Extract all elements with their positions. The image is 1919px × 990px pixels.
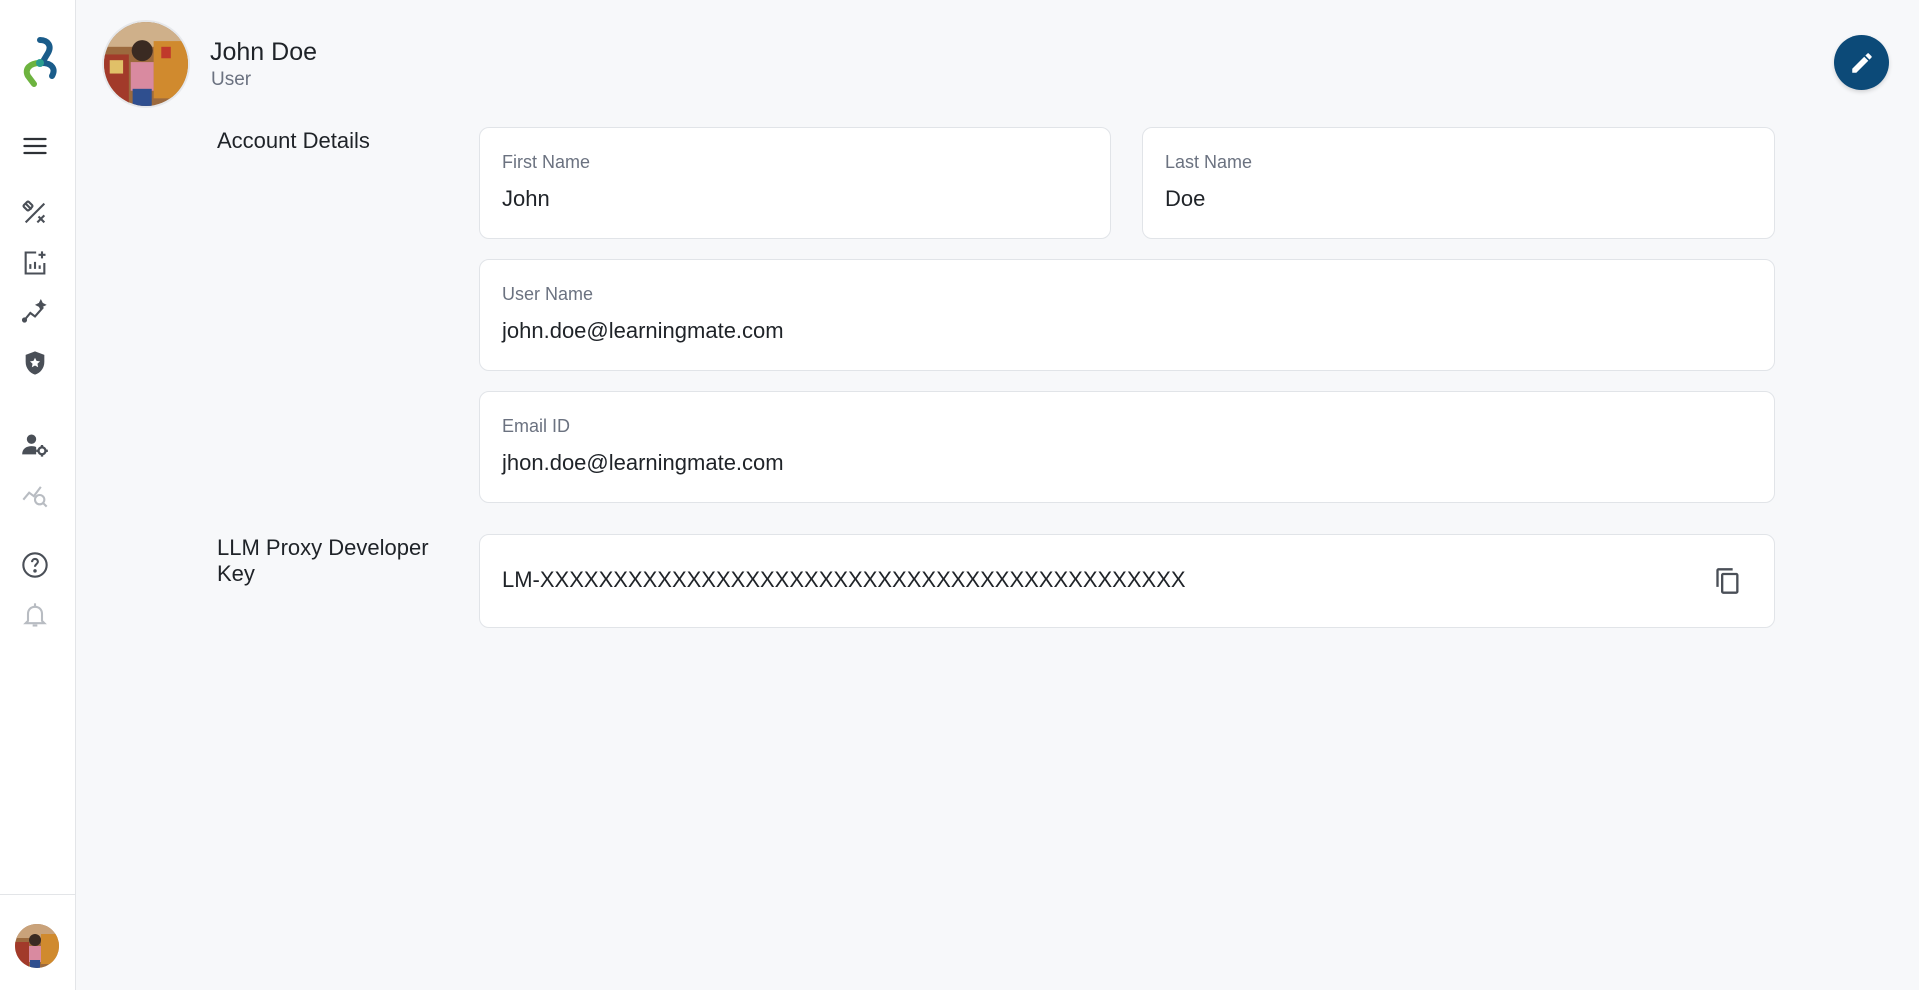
- add-report-icon[interactable]: [20, 248, 50, 278]
- email-value[interactable]: jhon.doe@learningmate.com: [502, 450, 784, 476]
- last-name-label: Last Name: [1165, 152, 1253, 172]
- account-details-heading: Account Details: [217, 128, 370, 153]
- first-name-field[interactable]: First Name John: [479, 127, 1111, 239]
- ai-analytics-icon[interactable]: [20, 298, 50, 328]
- sidebar-divider: [0, 894, 75, 895]
- username-label: User Name: [502, 284, 594, 304]
- security-shield-icon[interactable]: [20, 348, 50, 378]
- profile-avatar: [102, 20, 190, 108]
- first-name-label: First Name: [502, 152, 591, 172]
- email-label: Email ID: [502, 416, 571, 436]
- profile-role: User: [211, 69, 252, 90]
- design-tools-icon[interactable]: [20, 198, 50, 228]
- menu-icon[interactable]: [20, 131, 50, 161]
- user-settings-icon[interactable]: [20, 430, 50, 460]
- developer-key-field: LM-XXXXXXXXXXXXXXXXXXXXXXXXXXXXXXXXXXXXX…: [479, 534, 1775, 628]
- email-field[interactable]: Email ID jhon.doe@learningmate.com: [479, 391, 1775, 503]
- copy-icon: [1716, 568, 1739, 594]
- last-name-value[interactable]: Doe: [1165, 186, 1205, 212]
- first-name-value[interactable]: John: [502, 186, 550, 212]
- username-field[interactable]: User Name john.doe@learningmate.com: [479, 259, 1775, 371]
- help-icon[interactable]: [20, 550, 50, 580]
- edit-profile-button[interactable]: [1834, 35, 1889, 90]
- developer-key-value[interactable]: LM-XXXXXXXXXXXXXXXXXXXXXXXXXXXXXXXXXXXXX…: [502, 567, 1186, 593]
- last-name-field[interactable]: Last Name Doe: [1142, 127, 1775, 239]
- pencil-icon: [1851, 52, 1872, 73]
- avatar[interactable]: [15, 924, 59, 968]
- developer-key-heading: LLM Proxy Developer Key: [217, 535, 429, 586]
- sidebar: [0, 0, 76, 990]
- app-logo[interactable]: [18, 36, 60, 90]
- copy-key-button[interactable]: [1712, 565, 1744, 597]
- username-value[interactable]: john.doe@learningmate.com: [502, 318, 784, 344]
- notifications-bell-icon[interactable]: [20, 600, 50, 630]
- analytics-search-icon[interactable]: [20, 480, 50, 510]
- profile-name: John Doe: [210, 38, 318, 66]
